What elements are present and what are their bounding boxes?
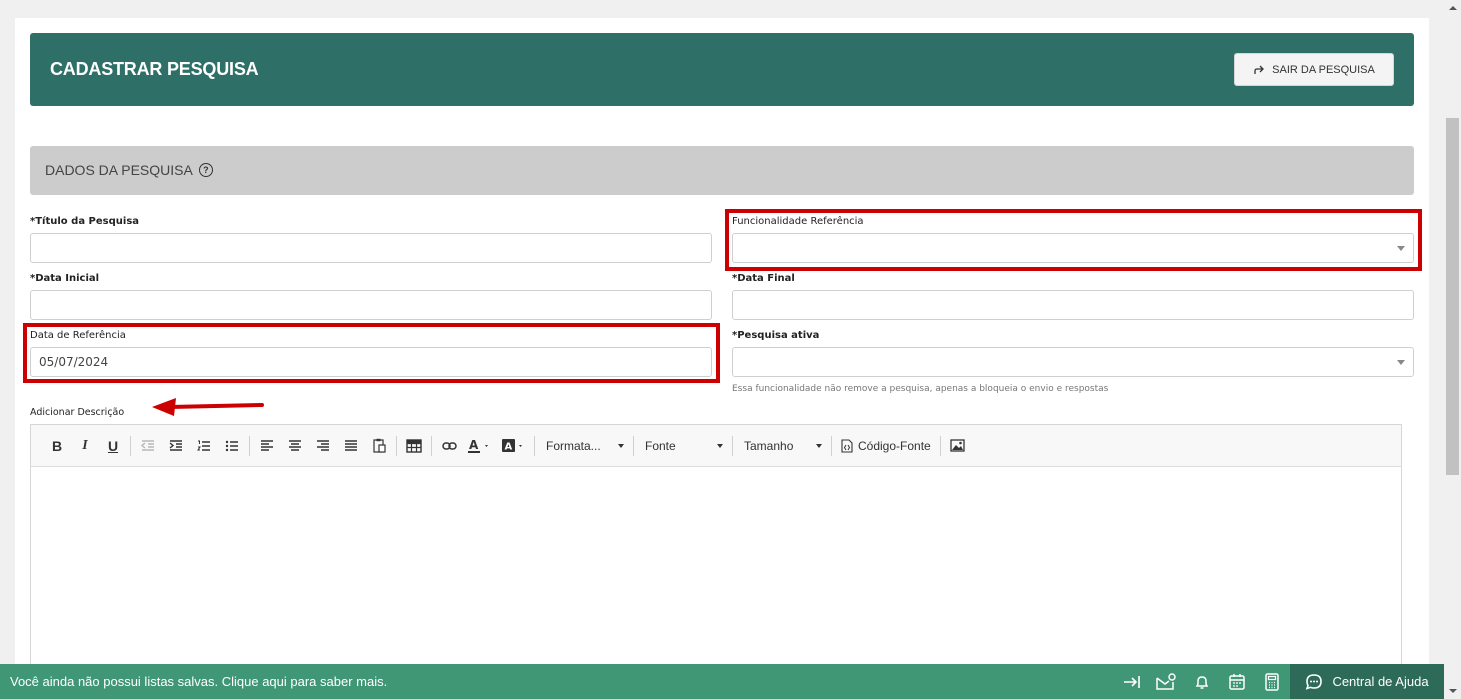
help-center-button[interactable]: Central de Ajuda xyxy=(1290,664,1444,699)
saved-lists-message[interactable]: Você ainda não possui listas salvas. Cli… xyxy=(10,674,387,689)
source-code-label: Código-Fonte xyxy=(858,438,931,453)
toolbar-divider xyxy=(939,435,941,456)
align-left-icon xyxy=(261,439,273,451)
active-survey-label: *Pesquisa ativa xyxy=(732,330,820,341)
toolbar-divider xyxy=(130,435,131,456)
text-color-icon: A xyxy=(468,438,488,453)
numbered-list-button[interactable] xyxy=(190,432,218,460)
funcionalidade-select[interactable] xyxy=(732,233,1414,263)
bell-icon[interactable] xyxy=(1192,672,1212,692)
format-dropdown[interactable]: Formata... xyxy=(538,432,630,460)
toolbar-divider xyxy=(831,435,832,456)
description-label: Adicionar Descrição xyxy=(30,407,125,418)
title-label: *Título da Pesquisa xyxy=(30,216,140,227)
reference-date-label: Data de Referência xyxy=(30,330,126,341)
reference-date-input[interactable]: 05/07/2024 xyxy=(30,347,712,377)
scrollbar-thumb[interactable] xyxy=(1446,118,1459,475)
red-arrow-icon xyxy=(152,398,264,416)
chat-bubble-icon xyxy=(1306,673,1323,690)
share-arrow-icon xyxy=(1254,65,1265,74)
bullet-list-icon xyxy=(225,440,238,451)
chevron-down-icon xyxy=(1397,360,1405,365)
table-icon xyxy=(406,438,422,453)
toolbar-divider xyxy=(396,435,397,456)
chevron-down-icon xyxy=(1397,246,1405,251)
scroll-down-icon[interactable] xyxy=(1449,689,1457,693)
align-right-button[interactable] xyxy=(309,432,337,460)
size-dropdown[interactable]: Tamanho xyxy=(736,432,828,460)
calculator-icon[interactable] xyxy=(1262,672,1282,692)
font-dropdown-label: Fonte xyxy=(645,438,676,453)
outdent-icon xyxy=(141,439,154,451)
align-left-button[interactable] xyxy=(253,432,281,460)
paste-icon xyxy=(372,438,386,453)
funcionalidade-label: Funcionalidade Referência xyxy=(732,216,864,227)
indent-button[interactable] xyxy=(162,432,190,460)
section-title-wrap: DADOS DA PESQUISA ? xyxy=(45,162,213,178)
underline-button[interactable]: U xyxy=(99,432,127,460)
format-dropdown-label: Formata... xyxy=(546,438,601,453)
exit-survey-label: SAIR DA PESQUISA xyxy=(1272,63,1375,76)
numbered-list-icon xyxy=(197,440,210,451)
end-date-label: *Data Final xyxy=(732,273,795,284)
bold-button[interactable]: B xyxy=(43,432,71,460)
background-color-icon: A xyxy=(502,438,522,452)
help-circle-icon[interactable]: ? xyxy=(198,163,213,177)
bullet-list-button[interactable] xyxy=(218,432,246,460)
align-center-button[interactable] xyxy=(281,432,309,460)
chevron-down-icon xyxy=(618,443,624,448)
title-input[interactable] xyxy=(30,233,712,263)
description-editor: B I U A A Formata... Fonte Tamanho Códig… xyxy=(30,424,1402,668)
paste-button[interactable] xyxy=(365,432,393,460)
collapse-panel-icon[interactable] xyxy=(1122,672,1142,692)
svg-text:A: A xyxy=(505,441,513,452)
text-color-button[interactable]: A xyxy=(463,432,499,460)
section-header: DADOS DA PESQUISA ? xyxy=(30,146,1414,195)
size-dropdown-label: Tamanho xyxy=(744,438,794,453)
italic-button[interactable]: I xyxy=(71,432,99,460)
scroll-up-icon[interactable] xyxy=(1449,6,1457,10)
link-button[interactable] xyxy=(435,432,463,460)
align-justify-button[interactable] xyxy=(337,432,365,460)
align-center-icon xyxy=(289,439,301,451)
bottom-status-bar: Você ainda não possui listas salvas. Cli… xyxy=(0,664,1444,699)
chevron-down-icon xyxy=(717,443,723,448)
editor-toolbar: B I U A A Formata... Fonte Tamanho Códig… xyxy=(31,425,1401,467)
image-button[interactable] xyxy=(944,432,972,460)
mail-settings-icon[interactable] xyxy=(1156,672,1176,692)
image-icon xyxy=(950,439,965,452)
font-dropdown[interactable]: Fonte xyxy=(637,432,729,460)
chevron-down-icon xyxy=(816,443,822,448)
toolbar-divider xyxy=(633,435,634,456)
source-code-button[interactable]: Código-Fonte xyxy=(835,432,937,460)
link-icon xyxy=(441,441,457,450)
help-center-label: Central de Ajuda xyxy=(1332,674,1429,689)
start-date-label: *Data Inicial xyxy=(30,273,100,284)
page-title: CADASTRAR PESQUISA xyxy=(50,59,259,79)
editor-body[interactable] xyxy=(31,467,1401,667)
page-scrollbar[interactable] xyxy=(1444,0,1461,699)
toolbar-divider xyxy=(732,435,733,456)
align-justify-icon xyxy=(345,439,357,451)
active-survey-hint: Essa funcionalidade não remove a pesquis… xyxy=(732,384,1109,394)
section-title: DADOS DA PESQUISA xyxy=(45,162,193,178)
toolbar-divider xyxy=(431,435,432,456)
page-header: CADASTRAR PESQUISA SAIR DA PESQUISA xyxy=(30,33,1414,106)
source-code-icon xyxy=(841,438,853,453)
align-right-icon xyxy=(317,439,329,451)
end-date-input[interactable] xyxy=(732,290,1414,320)
background-color-button[interactable]: A xyxy=(499,432,531,460)
table-button[interactable] xyxy=(400,432,428,460)
start-date-input[interactable] xyxy=(30,290,712,320)
outdent-button[interactable] xyxy=(134,432,162,460)
svg-text:A: A xyxy=(469,438,479,452)
calendar-icon[interactable] xyxy=(1227,672,1247,692)
indent-icon xyxy=(169,439,182,451)
exit-survey-button[interactable]: SAIR DA PESQUISA xyxy=(1234,53,1394,86)
toolbar-divider xyxy=(534,435,535,456)
active-survey-select[interactable] xyxy=(732,347,1414,377)
toolbar-divider xyxy=(249,435,250,456)
